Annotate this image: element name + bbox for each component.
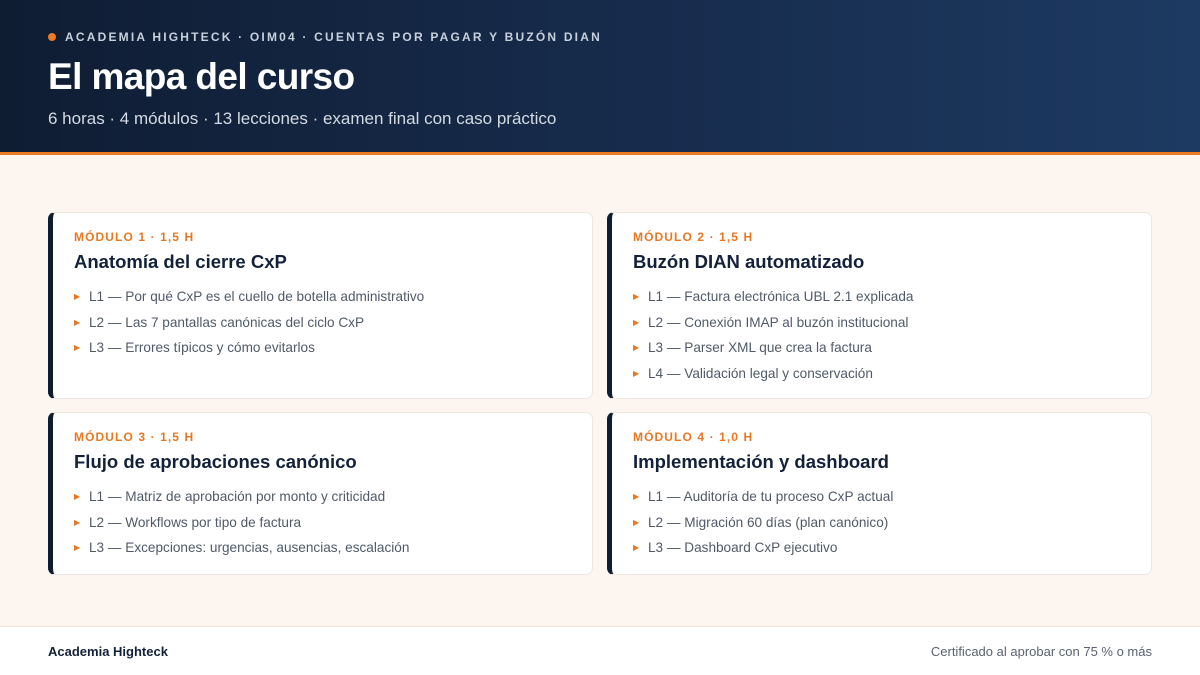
course-map-slide: ACADEMIA HIGHTECK · OIM04 · CUENTAS POR … [0, 0, 1200, 675]
triangle-right-icon: ▶ [633, 492, 640, 502]
lesson-text: L3 — Errores típicos y cómo evitarlos [89, 340, 315, 356]
lesson-text: L2 — Workflows por tipo de factura [89, 514, 302, 530]
lesson-text: L3 — Dashboard CxP ejecutivo [648, 540, 838, 556]
module-card-4: MÓDULO 4 · 1,0 H Implementación y dashbo… [607, 412, 1152, 575]
lesson-list: ▶ L1 — Por qué CxP es el cuello de botell… [74, 284, 572, 361]
orange-dot-icon [48, 33, 56, 41]
module-title: Buzón DIAN automatizado [633, 251, 865, 272]
lesson-item: ▶ L2 — Migración 60 días (plan canónico) [633, 510, 1131, 536]
lesson-text: L2 — Conexión IMAP al buzón instituciona… [648, 314, 909, 330]
triangle-right-icon: ▶ [74, 517, 81, 527]
module-label: MÓDULO 3 · 1,5 H [74, 430, 195, 444]
module-label: MÓDULO 4 · 1,0 H [633, 430, 754, 444]
lesson-item: ▶ L3 — Dashboard CxP ejecutivo [633, 535, 1131, 561]
lesson-text: L3 — Parser XML que crea la factura [648, 340, 872, 356]
module-title: Implementación y dashboard [633, 451, 889, 472]
module-label: MÓDULO 2 · 1,5 H [633, 230, 754, 244]
lesson-text: L4 — Validación legal y conservación [648, 365, 873, 381]
lesson-item: ▶ L1 — Por qué CxP es el cuello de botell… [74, 284, 572, 310]
triangle-right-icon: ▶ [633, 292, 640, 302]
footer-certificate-note: Certificado al aprobar con 75 % o más [930, 644, 1152, 659]
triangle-right-icon: ▶ [633, 343, 640, 353]
triangle-right-icon: ▶ [633, 517, 640, 527]
triangle-right-icon: ▶ [633, 317, 640, 327]
module-card-1: MÓDULO 1 · 1,5 H Anatomía del cierre CxP… [48, 212, 593, 399]
footer-brand: Academia Highteck [48, 644, 168, 659]
lesson-item: ▶ L2 — Workflows por tipo de factura [74, 510, 572, 536]
lesson-text: L1 — Por qué CxP es el cuello de botella… [89, 289, 425, 305]
triangle-right-icon: ▶ [74, 492, 81, 502]
lesson-text: L2 — Migración 60 días (plan canónico) [648, 514, 889, 530]
lesson-item: ▶ L3 — Excepciones: urgencias, ausencias,… [74, 535, 572, 561]
lesson-item: ▶ L3 — Parser XML que crea la factura [633, 335, 1131, 361]
footer: Academia Highteck Certificado al aprobar… [0, 626, 1200, 675]
module-title: Flujo de aprobaciones canónico [74, 451, 357, 472]
lesson-text: L1 — Auditoría de tu proceso CxP actual [648, 489, 894, 505]
lesson-text: L3 — Excepciones: urgencias, ausencias, … [89, 540, 410, 556]
page-title: El mapa del curso [48, 56, 355, 97]
triangle-right-icon: ▶ [633, 368, 640, 378]
lesson-item: ▶ L1 — Factura electrónica UBL 2.1 explic… [633, 284, 1131, 310]
triangle-right-icon: ▶ [633, 543, 640, 553]
module-label: MÓDULO 1 · 1,5 H [74, 230, 195, 244]
lesson-item: ▶ L2 — Las 7 pantallas canónicas del cicl… [74, 310, 572, 336]
lesson-text: L1 — Factura electrónica UBL 2.1 explica… [648, 289, 914, 305]
lesson-text: L1 — Matriz de aprobación por monto y cr… [89, 489, 386, 505]
lesson-item: ▶ L4 — Validación legal y conservación [633, 361, 1131, 387]
lesson-text: L2 — Las 7 pantallas canónicas del ciclo… [89, 314, 365, 330]
module-card-2: MÓDULO 2 · 1,5 H Buzón DIAN automatizado… [607, 212, 1152, 399]
eyebrow-text: ACADEMIA HIGHTECK · OIM04 · CUENTAS POR … [65, 30, 602, 44]
triangle-right-icon: ▶ [74, 317, 81, 327]
lesson-item: ▶ L1 — Matriz de aprobación por monto y c… [74, 484, 572, 510]
module-card-3: MÓDULO 3 · 1,5 H Flujo de aprobaciones c… [48, 412, 593, 575]
eyebrow: ACADEMIA HIGHTECK · OIM04 · CUENTAS POR … [48, 30, 602, 44]
lesson-item: ▶ L2 — Conexión IMAP al buzón institucion… [633, 310, 1131, 336]
lesson-item: ▶ L3 — Errores típicos y cómo evitarlos [74, 335, 572, 361]
header: ACADEMIA HIGHTECK · OIM04 · CUENTAS POR … [0, 0, 1200, 155]
lesson-list: ▶ L1 — Auditoría de tu proceso CxP actual… [633, 484, 1131, 561]
lesson-list: ▶ L1 — Matriz de aprobación por monto y c… [74, 484, 572, 561]
triangle-right-icon: ▶ [74, 292, 81, 302]
page-subtitle: 6 horas · 4 módulos · 13 lecciones · exa… [48, 109, 557, 128]
triangle-right-icon: ▶ [74, 543, 81, 553]
module-title: Anatomía del cierre CxP [74, 251, 287, 272]
triangle-right-icon: ▶ [74, 343, 81, 353]
lesson-list: ▶ L1 — Factura electrónica UBL 2.1 explic… [633, 284, 1131, 386]
lesson-item: ▶ L1 — Auditoría de tu proceso CxP actual [633, 484, 1131, 510]
